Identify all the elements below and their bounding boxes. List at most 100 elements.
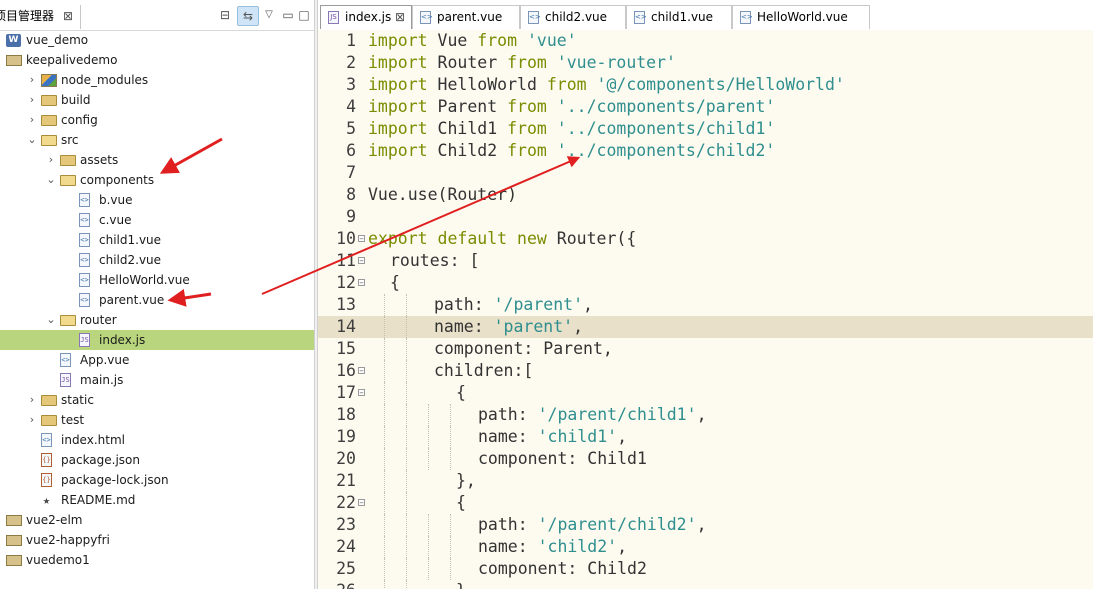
tree-item-main-js[interactable]: JS main.js — [0, 370, 314, 390]
code-line[interactable]: 6 import Child2 from '../components/child… — [318, 140, 1093, 162]
tree-item-child2-vue[interactable]: <> child2.vue — [0, 250, 314, 270]
chevron-right-icon[interactable]: › — [26, 390, 38, 410]
tree-item-c-vue[interactable]: <> c.vue — [0, 210, 314, 230]
editor-tab-child1-vue[interactable]: <> child1.vue — [626, 5, 732, 29]
code-line[interactable]: 22− { — [318, 492, 1093, 514]
chevron-down-icon[interactable]: ⌄ — [45, 170, 57, 190]
code-text: path: '/parent/child1', — [478, 404, 707, 426]
tree-item-vue2-happyfri[interactable]: ›vue2-happyfri — [0, 530, 314, 550]
editor-tab-child2-vue[interactable]: <> child2.vue — [520, 5, 626, 29]
tree-item-b-vue[interactable]: <> b.vue — [0, 190, 314, 210]
chevron-right-icon[interactable]: › — [45, 150, 57, 170]
code-line[interactable]: 15 component: Parent, — [318, 338, 1093, 360]
folder-open-icon — [41, 135, 57, 146]
tree-item-readme-md[interactable]: ★ README.md — [0, 490, 314, 510]
fold-toggle-icon[interactable]: − — [358, 367, 365, 375]
tree-item-label: test — [61, 413, 85, 427]
editor-tab-index-js[interactable]: JS index.js ⊠ — [320, 5, 412, 29]
fold-toggle-icon[interactable]: − — [358, 279, 365, 287]
code-line[interactable]: 1 import Vue from 'vue' — [318, 30, 1093, 52]
close-tab-icon[interactable]: ⊠ — [395, 6, 405, 28]
chevron-right-icon[interactable]: › — [26, 70, 38, 90]
tree-item-build[interactable]: › build — [0, 90, 314, 110]
fold-toggle-icon[interactable]: − — [358, 235, 365, 243]
explorer-tab[interactable]: 项目管理器 ⊠ — [0, 5, 81, 29]
editor-tab-helloworld-vue[interactable]: <> HelloWorld.vue — [732, 5, 870, 29]
line-number: 3 — [346, 75, 356, 94]
tree-item-node-modules[interactable]: › node_modules — [0, 70, 314, 90]
code-line[interactable]: 23 path: '/parent/child2', — [318, 514, 1093, 536]
code-line[interactable]: 2 import Router from 'vue-router' — [318, 52, 1093, 74]
tree-item-label: src — [61, 133, 79, 147]
code-area[interactable]: 1 import Vue from 'vue' 2 import Router fro… — [318, 30, 1093, 589]
indent-guide — [406, 382, 407, 404]
code-token: name: — [478, 427, 538, 446]
tree-item-label: vuedemo1 — [26, 553, 90, 567]
code-token: , — [573, 317, 584, 336]
fold-toggle-icon[interactable]: − — [358, 499, 365, 507]
code-line[interactable]: 7 — [318, 162, 1093, 184]
tree-item-app-vue[interactable]: <> App.vue — [0, 350, 314, 370]
code-line[interactable]: 26} — [318, 580, 1093, 589]
folder-icon — [41, 115, 57, 126]
code-line[interactable]: 19 name: 'child1', — [318, 426, 1093, 448]
chevron-right-icon[interactable]: › — [26, 410, 38, 430]
code-line[interactable]: 9 — [318, 206, 1093, 228]
tree-item-vuedemo1[interactable]: ›vuedemo1 — [0, 550, 314, 570]
tree-item-child1-vue[interactable]: <> child1.vue — [0, 230, 314, 250]
code-line[interactable]: 25 component: Child2 — [318, 558, 1093, 580]
code-line[interactable]: 4 import Parent from '../components/paren… — [318, 96, 1093, 118]
code-line[interactable]: 14 name: 'parent', — [318, 316, 1093, 338]
chevron-right-icon[interactable]: › — [26, 90, 38, 110]
tree-item-assets[interactable]: › assets — [0, 150, 314, 170]
tree-item-vue2-elm[interactable]: ›vue2-elm — [0, 510, 314, 530]
code-line[interactable]: 20 component: Child1 — [318, 448, 1093, 470]
string-token: '/parent/child1' — [537, 405, 697, 424]
chevron-down-icon[interactable]: ⌄ — [45, 310, 57, 330]
tree-item-test[interactable]: › test — [0, 410, 314, 430]
code-line[interactable]: 12− { — [318, 272, 1093, 294]
code-line[interactable]: 3 import HelloWorld from '@/components/He… — [318, 74, 1093, 96]
tree-item-keepalivedemo[interactable]: ⌄keepalivedemo — [0, 50, 314, 70]
tree-item-parent-vue[interactable]: <> parent.vue — [0, 290, 314, 310]
link-with-editor-icon[interactable]: ⇆ — [237, 6, 259, 26]
code-line[interactable]: 24 name: 'child2', — [318, 536, 1093, 558]
tree-item-index-js[interactable]: JS index.js — [0, 330, 314, 350]
editor-tab-parent-vue[interactable]: <> parent.vue — [412, 5, 520, 29]
view-menu-icon[interactable]: ▽ — [263, 6, 275, 24]
code-line[interactable]: 17− { — [318, 382, 1093, 404]
tree-item-label: router — [80, 313, 117, 327]
code-line[interactable]: 18 path: '/parent/child1', — [318, 404, 1093, 426]
code-line[interactable]: 21}, — [318, 470, 1093, 492]
indent-guide — [384, 294, 385, 316]
tree-item-src[interactable]: ⌄ src — [0, 130, 314, 150]
indent-guide — [406, 360, 407, 382]
tree-item-router[interactable]: ⌄ router — [0, 310, 314, 330]
line-number: 26 — [318, 580, 356, 589]
maximize-icon[interactable]: □ — [298, 6, 310, 24]
code-line[interactable]: 11− routes: [ — [318, 250, 1093, 272]
code-line[interactable]: 16− children:[ — [318, 360, 1093, 382]
code-line[interactable]: 5 import Child1 from '../components/child… — [318, 118, 1093, 140]
explorer-tab-close-icon[interactable]: ⊠ — [63, 5, 73, 27]
tree-item-config[interactable]: › config — [0, 110, 314, 130]
code-line[interactable]: 8 Vue.use(Router) — [318, 184, 1093, 206]
tree-item-package-json[interactable]: {} package.json — [0, 450, 314, 470]
vue-file-icon: <> — [528, 11, 541, 24]
minimize-icon[interactable]: ▭ — [282, 6, 294, 24]
code-line[interactable]: 13 path: '/parent', — [318, 294, 1093, 316]
code-token: Vue — [427, 31, 478, 50]
collapse-all-icon[interactable]: ⊟ — [218, 6, 232, 24]
tree-item-static[interactable]: › static — [0, 390, 314, 410]
chevron-right-icon[interactable]: › — [26, 110, 38, 130]
fold-toggle-icon[interactable]: − — [358, 257, 365, 265]
chevron-down-icon[interactable]: ⌄ — [26, 130, 38, 150]
tree-item-components[interactable]: ⌄ components — [0, 170, 314, 190]
code-line[interactable]: 10− export default new Router({ — [318, 228, 1093, 250]
fold-toggle-icon[interactable]: − — [358, 389, 365, 397]
tree-item-helloworld-vue[interactable]: <> HelloWorld.vue — [0, 270, 314, 290]
tree-item-vue-demo[interactable]: Wvue_demo — [0, 30, 314, 50]
keyword-token: import — [368, 53, 428, 72]
tree-item-package-lock-json[interactable]: {} package-lock.json — [0, 470, 314, 490]
tree-item-index-html[interactable]: <> index.html — [0, 430, 314, 450]
